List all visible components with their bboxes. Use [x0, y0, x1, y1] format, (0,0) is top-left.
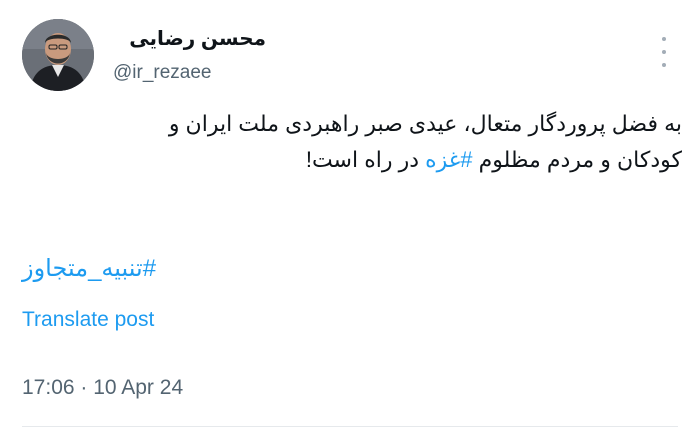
more-dot: [662, 37, 666, 41]
post-timestamp[interactable]: 17:06 · 10 Apr 24: [22, 375, 183, 401]
profile-avatar[interactable]: [22, 19, 94, 91]
divider: [22, 426, 678, 427]
hashtag-link-gaza[interactable]: #غزه: [425, 147, 472, 172]
tweet-line-2-end: در راه است!: [305, 147, 426, 172]
tweet-line-2: کودکان و مردم مظلوم #غزه در راه است!: [32, 142, 682, 178]
more-options-icon[interactable]: [653, 37, 675, 67]
translate-post-link[interactable]: Translate post: [22, 307, 154, 333]
tweet-line-2-start: کودکان و مردم مظلوم: [472, 147, 682, 172]
more-dot: [662, 63, 666, 67]
hashtag-link-punish-aggressor[interactable]: #تنبیه_متجاوز: [22, 252, 156, 286]
author-handle[interactable]: @ir_rezaee: [113, 61, 212, 85]
author-display-name[interactable]: محسن رضایی: [116, 26, 266, 52]
more-dot: [662, 50, 666, 54]
tweet-text: به فضل پروردگار متعال، عیدی صبر راهبردی …: [32, 106, 682, 178]
avatar-image: [22, 19, 94, 91]
tweet-line-1: به فضل پروردگار متعال، عیدی صبر راهبردی …: [168, 111, 682, 136]
